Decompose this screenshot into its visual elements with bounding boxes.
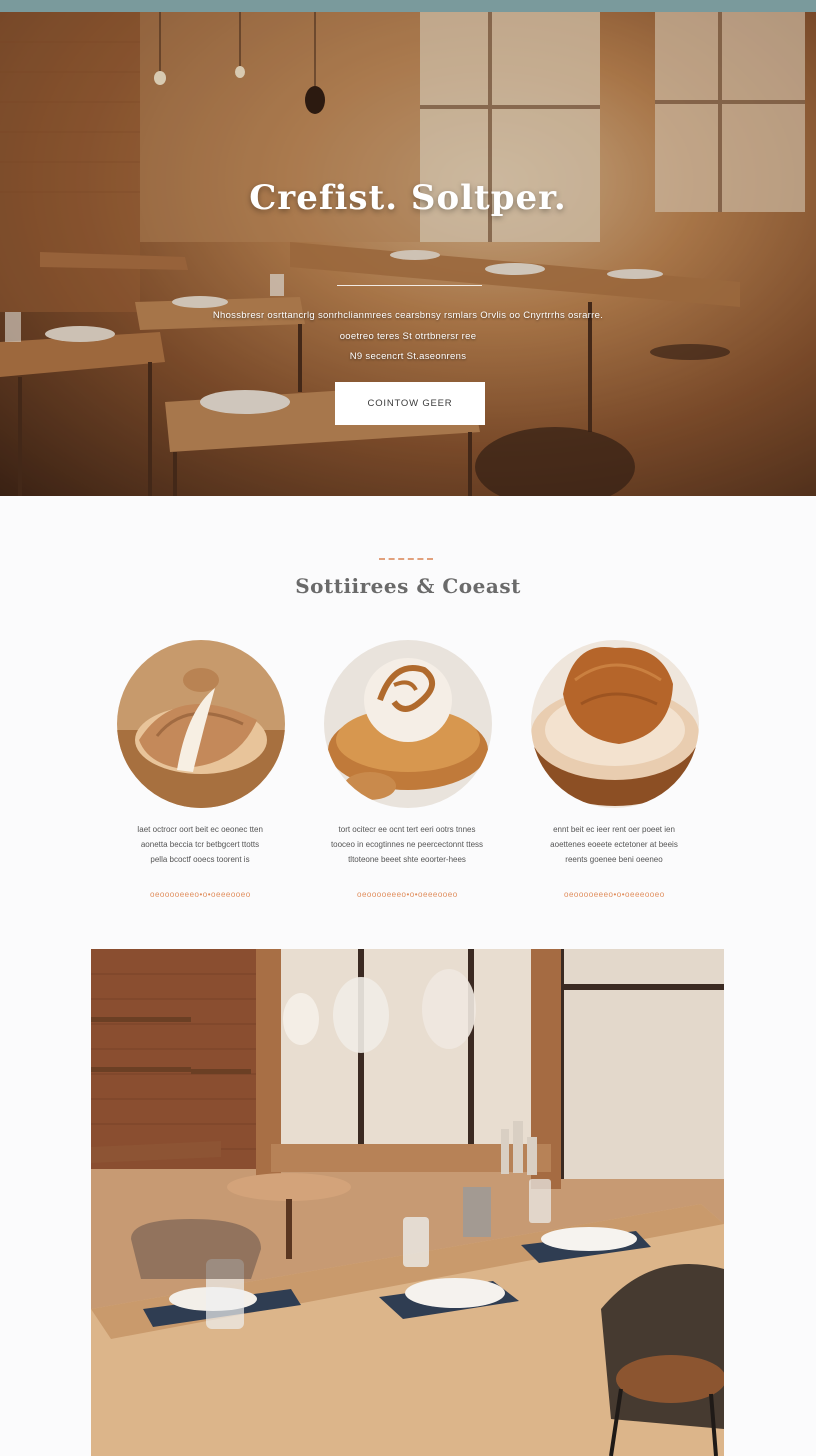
hero-tagline-line-1: Nhossbresr osrttancrlg sonrhclianmrees c… — [212, 310, 604, 321]
product-link-2[interactable]: oeooooeeeo•o•oeeeooeo — [357, 890, 457, 899]
product-2-desc-line-3: tltoteone beeet shte eoorter-hees — [348, 855, 466, 864]
hero-cta-button[interactable]: COINTOW GEER — [335, 382, 485, 425]
hero-title: Crefist. Soltper. — [249, 178, 567, 218]
top-accent-bar — [0, 0, 816, 12]
product-2-desc-line-2: tooceo in ecogtinnes ne peercectonnt tte… — [330, 840, 484, 849]
product-image-1[interactable] — [117, 640, 285, 808]
section-title: Sottiirees & Coeast — [295, 574, 521, 598]
product-3-desc-line-3: reents goenee beni oeeneo — [565, 855, 663, 864]
product-description-2: tort ocitecr ee ocnt tert eeri ootrs tnn… — [302, 822, 512, 867]
product-3-desc-line-2: aoettenes eoeete ectetoner at beeis — [550, 840, 678, 849]
hero-banner: Crefist. Soltper. Nhossbresr osrttancrlg… — [0, 12, 816, 496]
product-3-desc-line-1: ennt beit ec ieer rent oer poeet ien — [553, 825, 675, 834]
section-ornament — [379, 558, 433, 560]
cafe-interior-photo — [91, 949, 724, 1456]
product-image-2[interactable] — [324, 640, 492, 808]
product-1-desc-line-3: pella bcoctf ooecs toorent is — [150, 855, 250, 864]
product-description-1: Iaet octrocr oort beit ec oeonec tten ao… — [95, 822, 305, 867]
product-link-3[interactable]: oeooooeeeo•o•oeeeooeo — [564, 890, 664, 899]
product-image-3[interactable] — [531, 640, 699, 808]
product-link-1[interactable]: oeooooeeeo•o•oeeeooeo — [150, 890, 250, 899]
product-2-desc-line-1: tort ocitecr ee ocnt tert eeri ootrs tnn… — [338, 825, 476, 834]
hero-tagline-line-3: N9 secencrt St.aseonrens — [349, 351, 467, 362]
product-description-3: ennt beit ec ieer rent oer poeet ien aoe… — [509, 822, 719, 867]
hero-tagline-line-2: ooetreo teres St otrtbnersr ree — [339, 331, 477, 342]
product-1-desc-line-2: aonetta beccia tcr betbgcert ttotts — [140, 840, 260, 849]
product-1-desc-line-1: Iaet octrocr oort beit ec oeonec tten — [137, 825, 263, 834]
hero-divider — [337, 285, 482, 286]
